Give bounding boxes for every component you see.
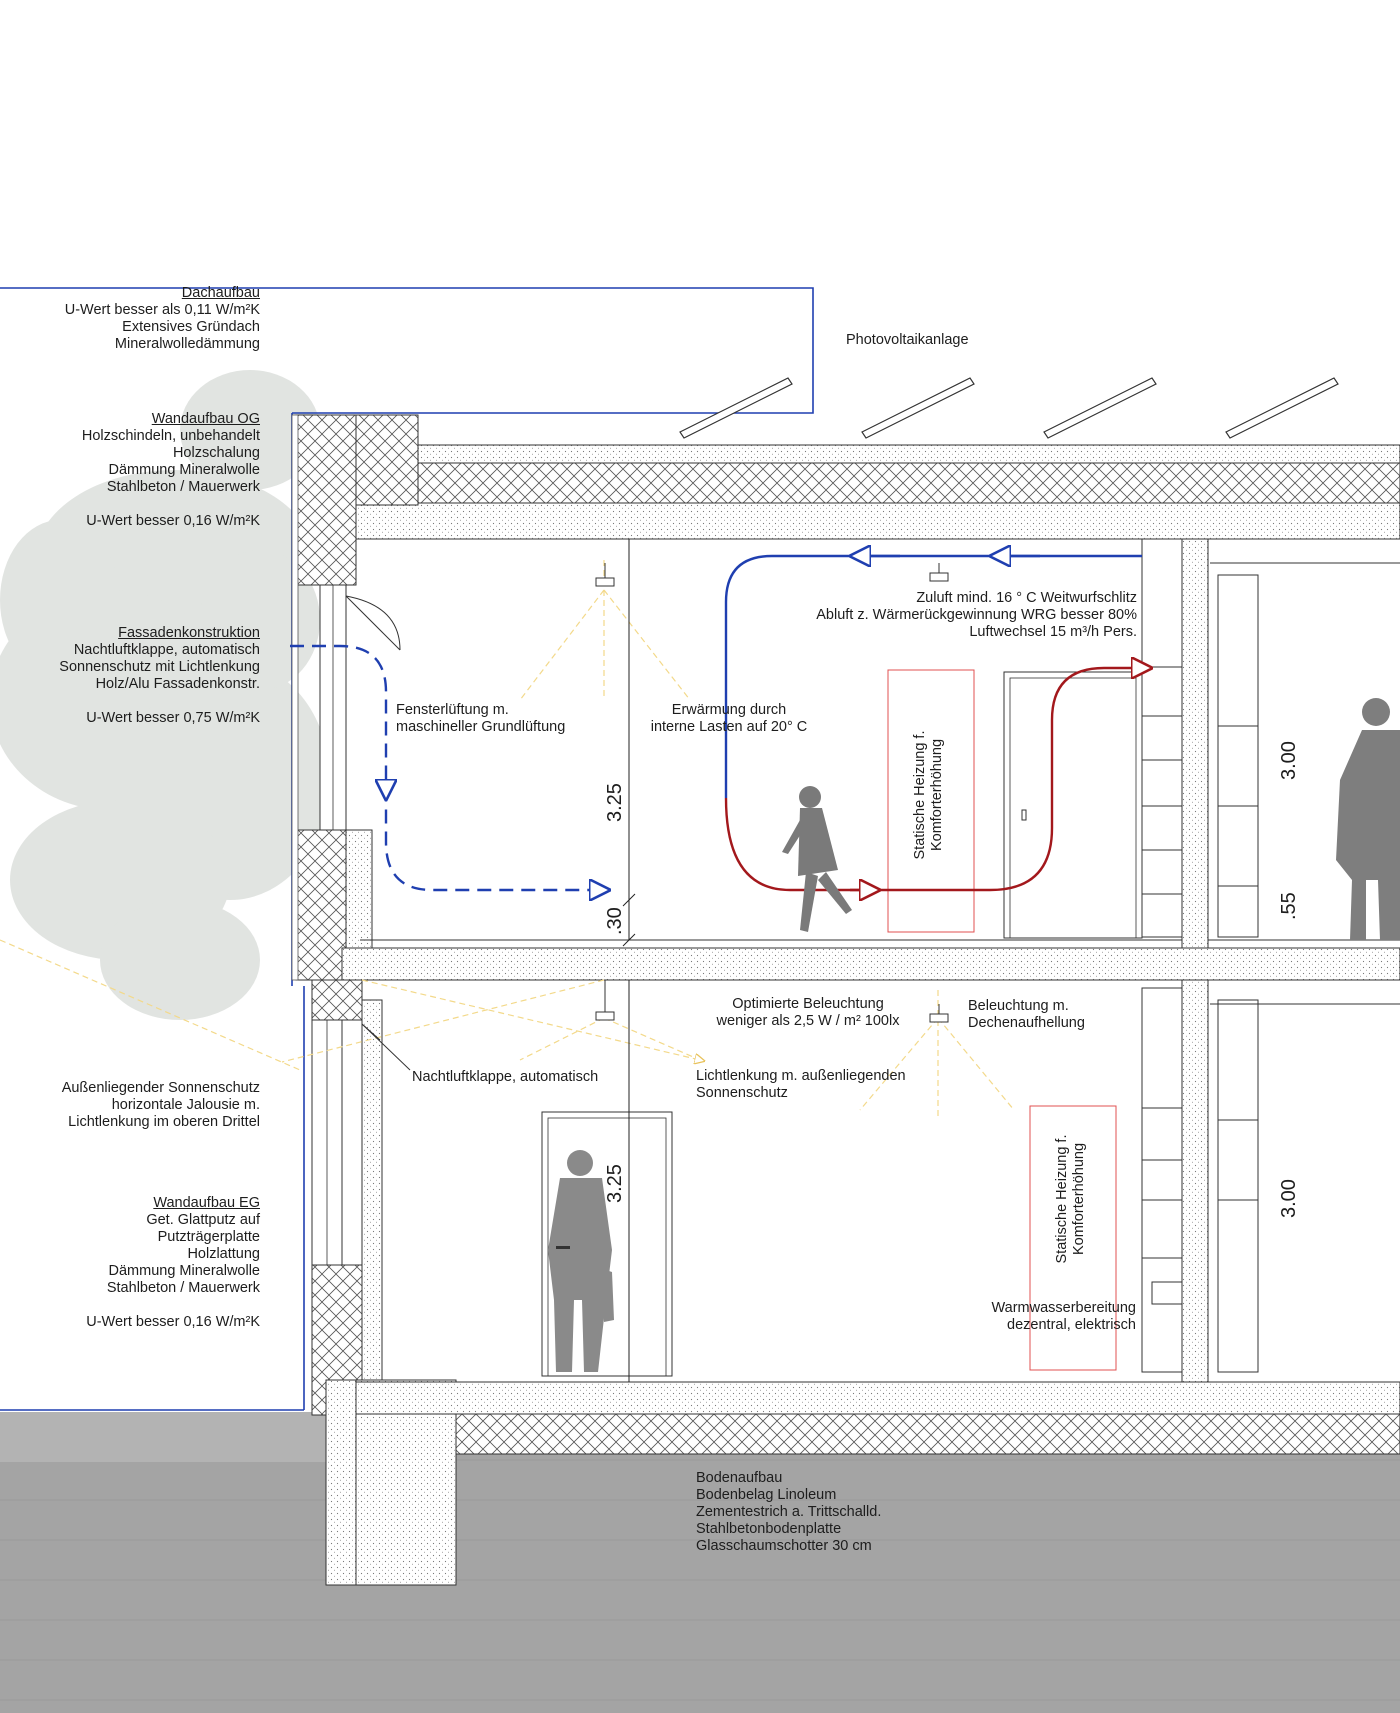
section-graphics xyxy=(0,287,1400,1713)
door-handle-og xyxy=(1021,809,1027,821)
warmwasser-label: Warmwasserbereitung dezentral, elektrisc… xyxy=(900,1300,1136,1334)
dachaufbau-title: Dachaufbau xyxy=(181,285,260,301)
bodenaufbau-line: Stahlbetonbodenplatte xyxy=(696,1521,842,1537)
wandaufbau-eg-label: Wandaufbau EG Get. Glattputz auf Putzträ… xyxy=(0,1195,260,1331)
heizung-eg-line: Statische Heizung f. xyxy=(1054,1134,1070,1264)
erwaermung-line: interne Lasten auf 20° C xyxy=(650,719,808,735)
bodenaufbau-title: Bodenaufbau xyxy=(696,1470,783,1486)
fassade-line: Nachtluftklappe, automatisch xyxy=(73,642,260,658)
foundation-wall xyxy=(325,1379,357,1586)
wandaufbau-eg-line: Stahlbeton / Mauerwerk xyxy=(106,1280,260,1296)
dim-og-right-parapet: .55 xyxy=(1278,892,1300,920)
fassade-title: Fassadenkonstruktion xyxy=(118,625,260,641)
roof-slab xyxy=(341,502,1400,540)
fassade-uwert: U-Wert besser 0,75 W/m²K xyxy=(86,710,260,726)
eg-wall-top xyxy=(311,979,363,1021)
lichtlenkung-label: Lichtlenkung m. außenliegenden Sonnensch… xyxy=(696,1068,906,1102)
person-child xyxy=(782,786,852,932)
wandaufbau-eg-line: Holzlattung xyxy=(187,1246,260,1262)
heizung-og-line: Komforterhöhung xyxy=(929,738,945,852)
fensterlueftung-label: Fensterlüftung m. maschineller Grundlüft… xyxy=(396,702,565,736)
zuluft-label: Zuluft mind. 16 ° C Weitwurfschlitz Ablu… xyxy=(700,590,1137,641)
wandaufbau-og-uwert: U-Wert besser 0,16 W/m²K xyxy=(86,513,260,529)
beleuchtung-opt-line: Optimierte Beleuchtung xyxy=(732,996,884,1012)
heizung-og-line: Statische Heizung f. xyxy=(912,730,928,860)
sonnenschutz-line: Außenliegender Sonnenschutz xyxy=(61,1080,260,1096)
sonnenschutz-label: Außenliegender Sonnenschutz horizontale … xyxy=(0,1080,260,1131)
zuluft-line: Luftwechsel 15 m³/h Pers. xyxy=(969,624,1137,640)
fensterlueftung-line: maschineller Grundlüftung xyxy=(396,719,566,735)
wandaufbau-og-line: Holzschindeln, unbehandelt xyxy=(81,428,260,444)
bodenaufbau-label: Bodenaufbau Bodenbelag Linoleum Zementes… xyxy=(696,1470,881,1555)
heizung-eg-line: Komforterhöhung xyxy=(1071,1142,1087,1256)
lichtlenkung-line: Lichtlenkung m. außenliegenden xyxy=(696,1068,906,1084)
pv-panels xyxy=(679,377,1339,439)
bodenaufbau-line: Zementestrich a. Trittschalld. xyxy=(696,1504,882,1520)
beleuchtung-opt-label: Optimierte Beleuchtung weniger als 2,5 W… xyxy=(700,996,916,1030)
wandaufbau-eg-uwert: U-Wert besser 0,16 W/m²K xyxy=(86,1314,260,1330)
photovoltaik-label: Photovoltaikanlage xyxy=(846,332,969,348)
dachaufbau-line: Extensives Gründach xyxy=(122,319,260,335)
wandaufbau-og-title: Wandaufbau OG xyxy=(151,411,260,427)
zuluft-line: Zuluft mind. 16 ° C Weitwurfschlitz xyxy=(916,590,1137,606)
beleuchtung-decke-line: Beleuchtung m. xyxy=(968,998,1069,1014)
dachaufbau-line: U-Wert besser als 0,11 W/m²K xyxy=(64,302,260,318)
heizung-og-label: Statische Heizung f. Komforterhöhung xyxy=(912,710,946,880)
ground-slab xyxy=(355,1381,1400,1415)
wandaufbau-og-label: Wandaufbau OG Holzschindeln, unbehandelt… xyxy=(0,411,260,530)
dachaufbau-line: Mineralwolledämmung xyxy=(114,336,260,352)
door-handle-eg xyxy=(556,1246,570,1249)
erwaermung-label: Erwärmung durch interne Lasten auf 20° C xyxy=(634,702,824,736)
dim-og-height: 3.25 xyxy=(604,783,626,822)
warmwasser-line: dezentral, elektrisch xyxy=(1007,1317,1136,1333)
beleuchtung-opt-line: weniger als 2,5 W / m² 100lx xyxy=(716,1013,900,1029)
wandaufbau-og-line: Holzschalung xyxy=(172,445,260,461)
building-section-drawing: Dachaufbau U-Wert besser als 0,11 W/m²K … xyxy=(0,0,1400,1713)
wandaufbau-og-line: Stahlbeton / Mauerwerk xyxy=(106,479,260,495)
person-adult-og xyxy=(1336,698,1400,940)
og-wall-concrete xyxy=(345,829,373,951)
sonnenschutz-line: Lichtlenkung im oberen Drittel xyxy=(68,1114,260,1130)
roof-greenroof xyxy=(417,444,1400,464)
dim-eg-height: 3.25 xyxy=(604,1164,626,1203)
heizung-eg-label: Statische Heizung f. Komforterhöhung xyxy=(1054,1114,1088,1284)
warmwasser-line: Warmwasserbereitung xyxy=(991,1300,1136,1316)
beleuchtung-decke-line: Dechenaufhellung xyxy=(968,1015,1085,1031)
dim-eg-right-height: 3.00 xyxy=(1278,1179,1300,1218)
beleuchtung-decke-label: Beleuchtung m. Dechenaufhellung xyxy=(968,998,1085,1032)
shingle-strip-og xyxy=(291,414,299,981)
partition-wall-eg xyxy=(1181,979,1209,1383)
fassade-label: Fassadenkonstruktion Nachtluftklappe, au… xyxy=(0,625,260,727)
og-parapet-inner xyxy=(355,414,419,506)
wandaufbau-eg-line: Get. Glattputz auf xyxy=(146,1212,260,1228)
bodenaufbau-line: Glasschaumschotter 30 cm xyxy=(696,1538,872,1554)
zuluft-line: Abluft z. Wärmerückgewinnung WRG besser … xyxy=(816,607,1137,623)
wandaufbau-eg-line: Dämmung Mineralwolle xyxy=(108,1263,261,1279)
wandaufbau-eg-line: Putzträgerplatte xyxy=(157,1229,260,1245)
eg-wall-concrete xyxy=(361,999,383,1381)
roof-insulation xyxy=(361,462,1400,504)
fassade-line: Sonnenschutz mit Lichtlenkung xyxy=(59,659,260,675)
nachtluftklappe-label: Nachtluftklappe, automatisch xyxy=(412,1069,599,1085)
ground-strip xyxy=(0,1412,330,1462)
glass-foam-gravel xyxy=(455,1413,1400,1455)
dim-og-slab: .30 xyxy=(604,907,626,935)
lichtlenkung-line: Sonnenschutz xyxy=(696,1085,788,1101)
og-wall-top xyxy=(295,414,357,586)
sonnenschutz-line: horizontale Jalousie m. xyxy=(111,1097,260,1113)
door-og xyxy=(1003,671,1143,939)
wandaufbau-og-line: Dämmung Mineralwolle xyxy=(108,462,261,478)
partition-wall-og xyxy=(1181,538,1209,949)
erwaermung-line: Erwärmung durch xyxy=(671,702,787,718)
bodenaufbau-line: Bodenbelag Linoleum xyxy=(696,1487,837,1503)
intermediate-slab xyxy=(341,947,1400,981)
night-air-flap-og xyxy=(345,595,401,651)
dim-og-right-height: 3.00 xyxy=(1278,741,1300,780)
wandaufbau-eg-title: Wandaufbau EG xyxy=(153,1195,260,1211)
fassade-line: Holz/Alu Fassadenkonstr. xyxy=(95,676,260,692)
fensterlueftung-line: Fensterlüftung m. xyxy=(396,702,509,718)
dachaufbau-label: Dachaufbau U-Wert besser als 0,11 W/m²K … xyxy=(0,285,260,353)
